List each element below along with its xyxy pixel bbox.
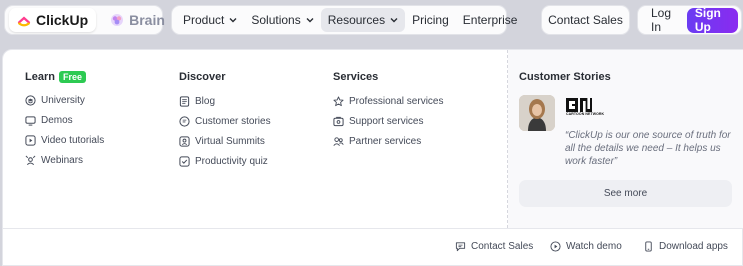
chat-icon [455, 242, 466, 252]
clickup-brand-label: ClickUp [36, 12, 89, 28]
link-blog[interactable]: Blog [179, 91, 271, 111]
signup-button[interactable]: Sign Up [686, 6, 738, 34]
footer-contact-sales-label: Contact Sales [471, 241, 534, 252]
footer-watch-demo[interactable]: Watch demo [550, 241, 622, 252]
contact-sales-label: Contact Sales [548, 13, 623, 27]
brand-switcher: ClickUp Brain [4, 5, 165, 35]
link-professional-services-label: Professional services [349, 95, 444, 107]
menu-footer: Contact Sales Watch demo Download apps [3, 228, 742, 266]
see-more-button[interactable]: See more [519, 180, 732, 207]
document-icon [179, 95, 190, 107]
link-partner-services[interactable]: Partner services [333, 131, 443, 151]
nav-solutions-label: Solutions [251, 13, 301, 27]
link-blog-label: Blog [195, 95, 216, 107]
play-circle-icon [550, 241, 561, 252]
play-icon [25, 134, 36, 146]
link-productivity-quiz-label: Productivity quiz [195, 155, 268, 167]
link-video-tutorials-label: Video tutorials [41, 134, 105, 146]
link-partner-services-label: Partner services [349, 135, 422, 147]
link-virtual-summits[interactable]: Virtual Summits [179, 131, 271, 151]
link-webinars-label: Webinars [41, 154, 84, 166]
learn-heading: Learn Free [25, 70, 104, 84]
services-column: Services Professional services Support s… [333, 70, 443, 151]
login-button[interactable]: Log In [641, 6, 687, 34]
nav-resources-label: Resources [327, 13, 386, 27]
learn-column: Learn Free University Demos Video tutori… [25, 70, 104, 170]
cn-logo-caption: CARTOON NETWORK [566, 112, 605, 116]
link-demos-label: Demos [41, 114, 73, 126]
clickup-logo[interactable]: ClickUp [9, 8, 97, 32]
learn-title: Learn [25, 71, 55, 83]
clickup-logo-icon [17, 16, 31, 27]
contact-sales-button[interactable]: Contact Sales [541, 5, 630, 35]
discover-column: Discover Blog Customer stories Virtual S… [179, 70, 271, 171]
nav-enterprise[interactable]: Enterprise [456, 8, 525, 32]
customer-avatar [519, 95, 555, 131]
footer-watch-demo-label: Watch demo [566, 241, 622, 252]
resources-menu: Learn Free University Demos Video tutori… [2, 49, 743, 266]
link-university-label: University [41, 94, 85, 106]
auth-group: Log In Sign Up [637, 5, 742, 35]
free-badge: Free [58, 71, 86, 83]
footer-contact-sales[interactable]: Contact Sales [455, 241, 533, 252]
link-customer-stories[interactable]: Customer stories [179, 111, 271, 131]
link-support-services[interactable]: Support services [333, 111, 443, 131]
main-nav: Product Solutions Resources Pricing Ente… [171, 5, 517, 35]
discover-title: Discover [179, 71, 226, 83]
footer-download-apps[interactable]: Download apps [643, 241, 728, 252]
monitor-icon [25, 115, 36, 126]
graduation-icon [25, 94, 36, 106]
brain-logo[interactable]: Brain [102, 8, 173, 32]
customer-stories-card: Customer Stories CN CARTOON NETWORK “Cli… [508, 50, 743, 228]
link-video-tutorials[interactable]: Video tutorials [25, 130, 104, 150]
partners-icon [333, 136, 344, 146]
brain-icon [111, 14, 124, 26]
link-professional-services[interactable]: Professional services [333, 91, 443, 111]
chevron-down-icon [390, 15, 398, 25]
services-title: Services [333, 71, 379, 83]
customer-quote: “ClickUp is our one source of truth for … [565, 130, 731, 167]
nav-product-label: Product [183, 13, 225, 27]
checkbox-icon [179, 155, 190, 167]
nav-pricing[interactable]: Pricing [405, 8, 456, 32]
chevron-down-icon [229, 15, 237, 25]
support-icon [333, 116, 344, 126]
link-support-services-label: Support services [349, 115, 424, 127]
link-virtual-summits-label: Virtual Summits [195, 135, 265, 147]
story-icon [179, 115, 190, 127]
phone-icon [645, 241, 652, 252]
nav-solutions[interactable]: Solutions [244, 8, 320, 32]
link-university[interactable]: University [25, 90, 104, 110]
chevron-down-icon [306, 15, 314, 25]
link-productivity-quiz[interactable]: Productivity quiz [179, 151, 271, 171]
nav-pricing-label: Pricing [412, 13, 449, 27]
footer-download-apps-label: Download apps [659, 241, 728, 252]
nav-resources[interactable]: Resources [320, 8, 406, 32]
nav-product[interactable]: Product [176, 8, 244, 32]
webinar-icon [25, 155, 36, 165]
nav-enterprise-label: Enterprise [462, 13, 518, 27]
link-demos[interactable]: Demos [25, 110, 104, 130]
cartoon-network-logo: CN CARTOON NETWORK [566, 98, 605, 125]
customer-stories-title: Customer Stories [519, 71, 611, 83]
link-customer-stories-label: Customer stories [195, 115, 271, 127]
link-webinars[interactable]: Webinars [25, 150, 104, 170]
star-icon [333, 95, 344, 106]
brain-brand-label: Brain [129, 12, 165, 28]
summit-icon [179, 135, 190, 147]
